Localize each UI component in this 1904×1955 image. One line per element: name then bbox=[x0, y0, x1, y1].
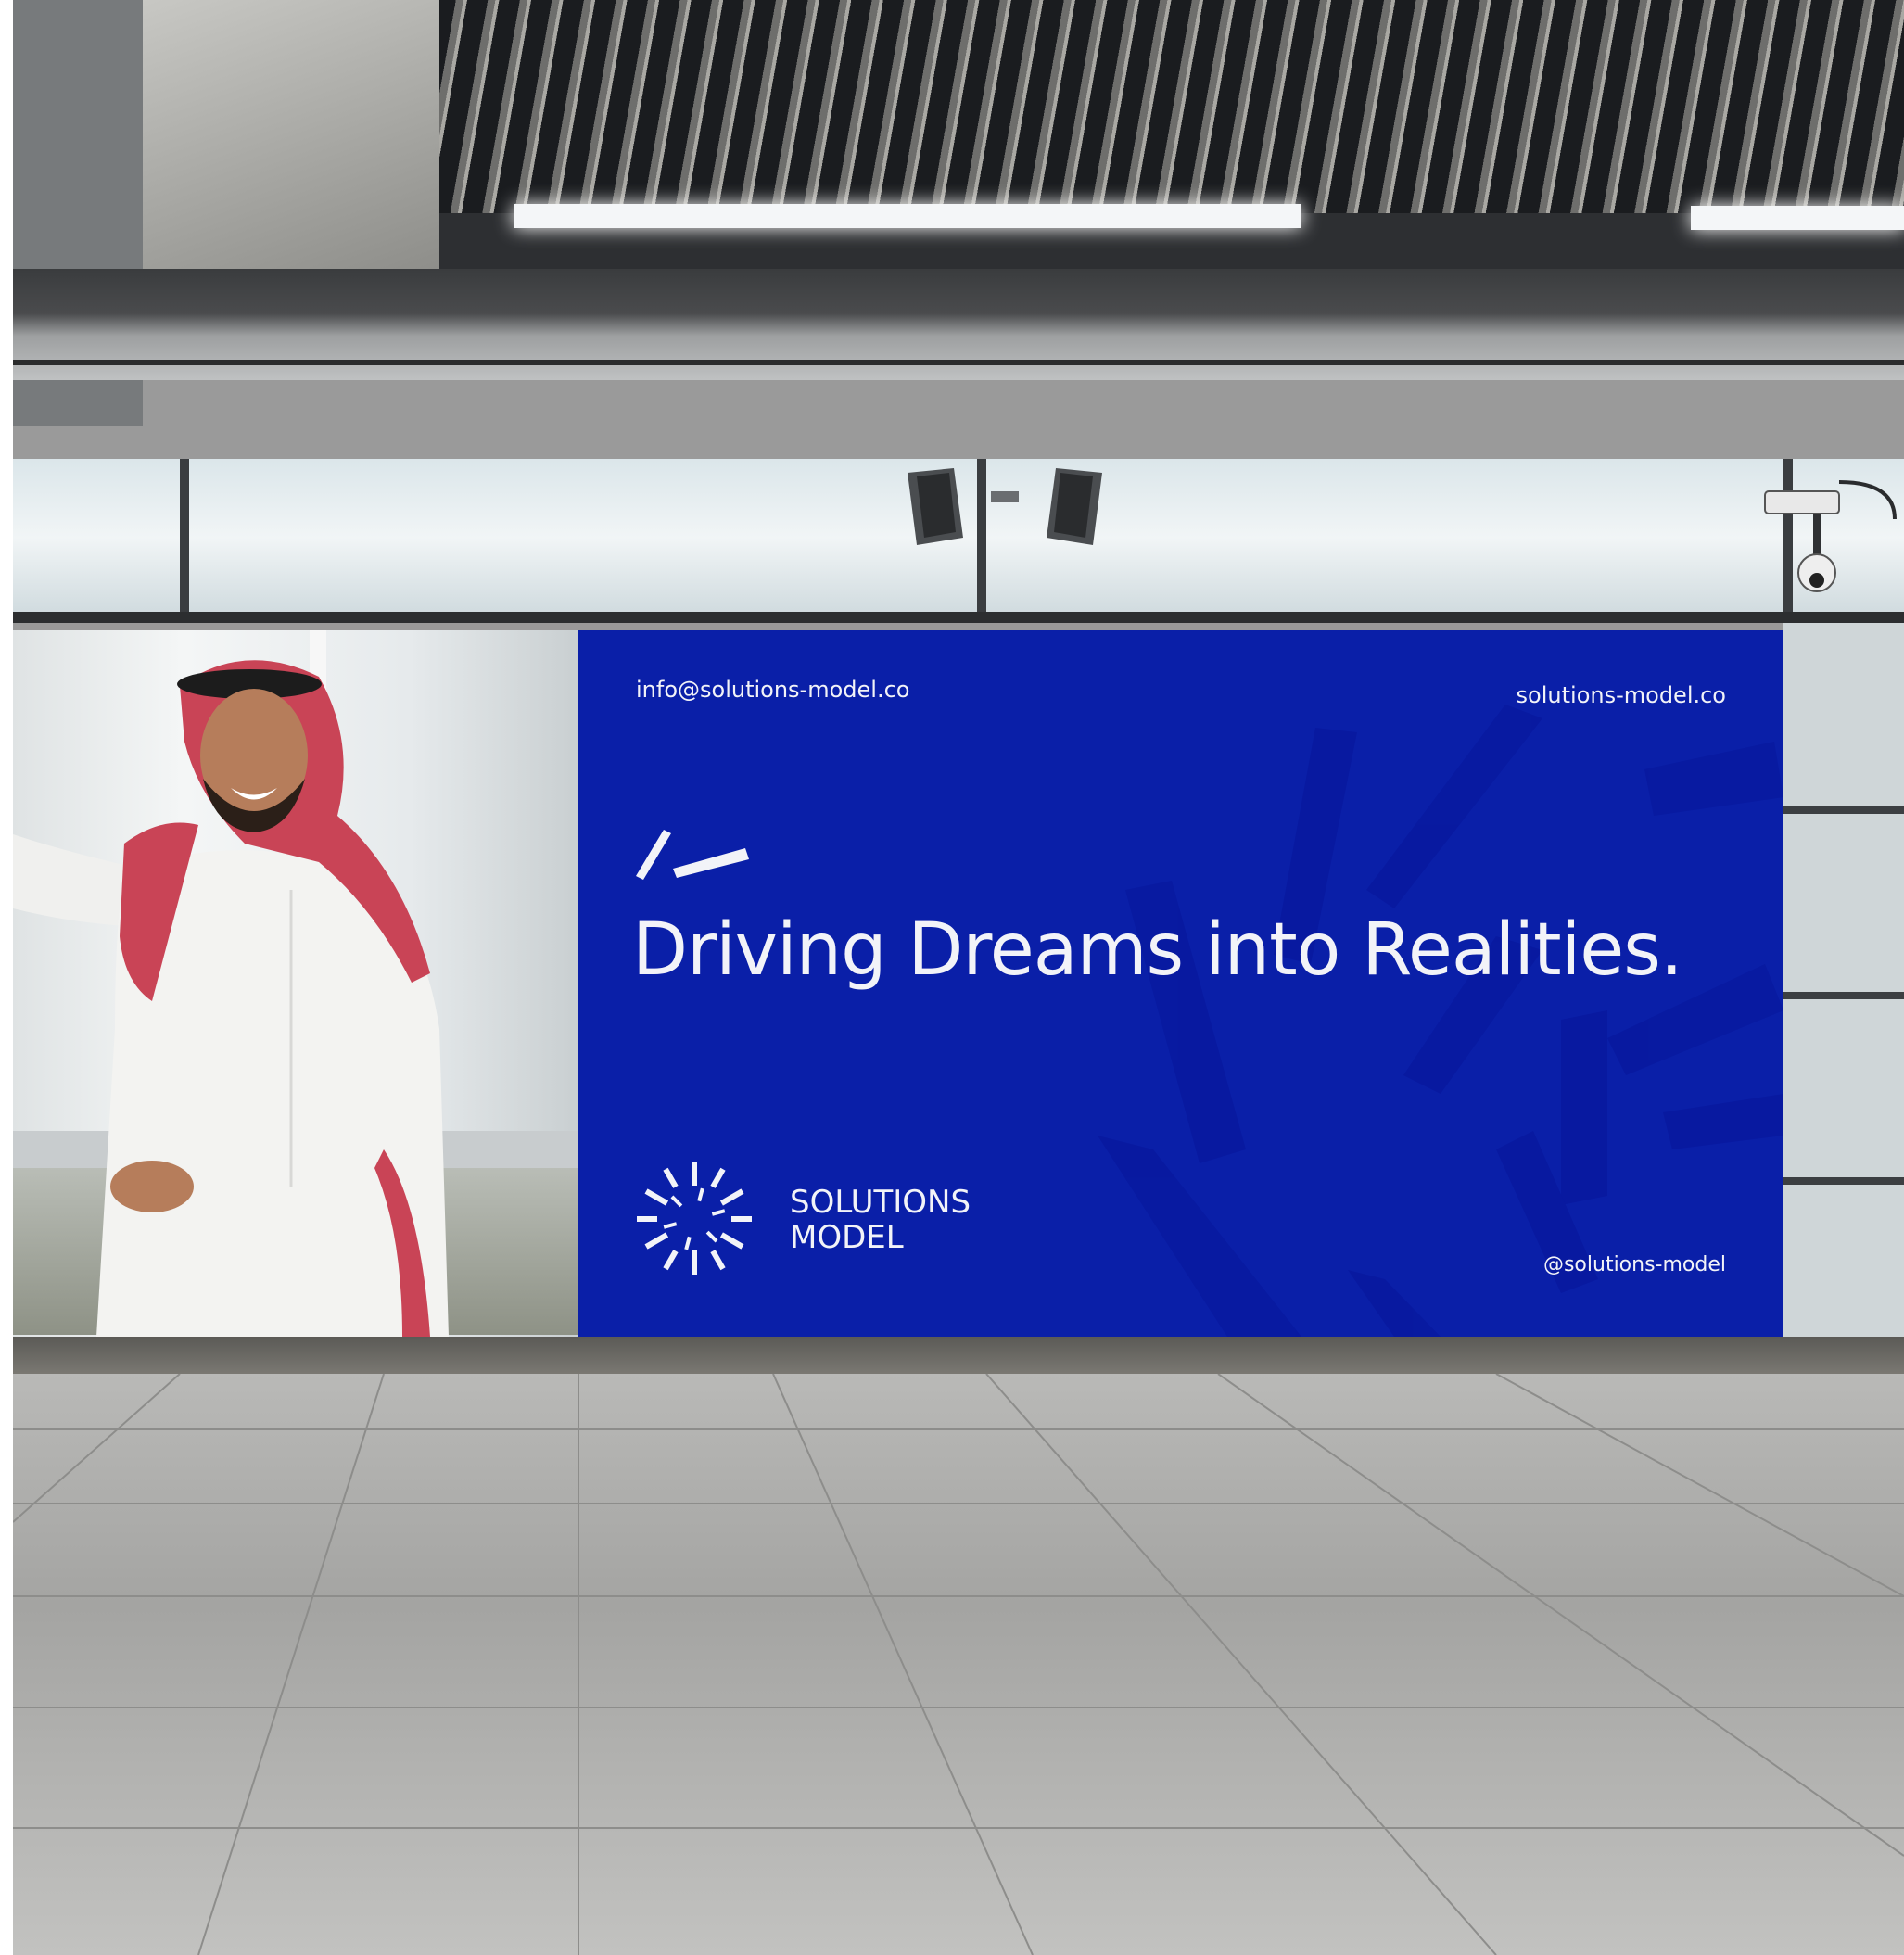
floor-tile-lines bbox=[13, 1374, 1904, 1955]
panel-divider bbox=[1783, 1177, 1904, 1185]
speaker-icon bbox=[908, 468, 1102, 545]
logo-line-2: MODEL bbox=[790, 1219, 904, 1256]
panel-divider bbox=[1783, 806, 1904, 814]
ceiling bbox=[13, 0, 1904, 278]
billboard-photo bbox=[13, 630, 578, 1337]
frame-band bbox=[13, 612, 1904, 623]
billboard-website: solutions-model.co bbox=[1516, 682, 1726, 708]
subway-scene: info@solutions-model.co solutions-model.… bbox=[13, 0, 1904, 1955]
panel-divider bbox=[1783, 992, 1904, 999]
ceiling-light bbox=[514, 204, 1301, 228]
billboard-headline: Driving Dreams into Realities. bbox=[632, 908, 1683, 992]
billboard-email: info@solutions-model.co bbox=[636, 677, 910, 703]
billboard-social-handle: @solutions-model bbox=[1542, 1253, 1726, 1276]
ceiling-light bbox=[1691, 206, 1904, 230]
quote-slash-icon bbox=[636, 830, 749, 880]
logo-sunburst-icon bbox=[637, 1162, 752, 1275]
wall-base bbox=[13, 1337, 1904, 1374]
billboard: info@solutions-model.co solutions-model.… bbox=[578, 630, 1783, 1337]
logo-wordmark: SOLUTIONS MODEL bbox=[790, 1185, 971, 1255]
tiled-floor bbox=[13, 1374, 1904, 1955]
side-glass-panels bbox=[1783, 623, 1904, 1337]
person-figure bbox=[13, 660, 449, 1337]
logo-line-1: SOLUTIONS bbox=[790, 1184, 971, 1221]
ceiling-slats bbox=[347, 0, 1904, 213]
mullion bbox=[180, 459, 189, 616]
security-camera-icon bbox=[1764, 480, 1897, 592]
beam-edge bbox=[13, 360, 1904, 365]
